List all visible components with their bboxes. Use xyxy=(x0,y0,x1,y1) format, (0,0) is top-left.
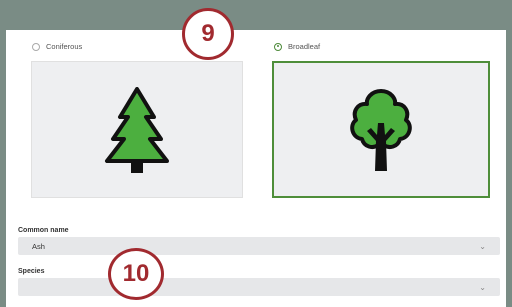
conifer-tree-icon xyxy=(105,86,169,173)
radio-broadleaf[interactable]: Broadleaf xyxy=(274,42,320,51)
species-select[interactable]: ⌄ xyxy=(18,278,500,296)
coniferous-card[interactable] xyxy=(31,61,243,198)
callout-badge-10: 10 xyxy=(108,248,164,300)
radio-label-broadleaf: Broadleaf xyxy=(288,42,321,51)
common-name-select[interactable]: Ash ⌄ xyxy=(18,237,500,255)
broadleaf-tree-icon xyxy=(350,88,412,171)
species-label: Species xyxy=(18,268,45,275)
radio-label-coniferous: Coniferous xyxy=(46,42,83,51)
common-name-value: Ash xyxy=(32,241,45,251)
callout-badge-9: 9 xyxy=(182,8,234,60)
chevron-down-icon: ⌄ xyxy=(479,241,486,251)
radio-coniferous[interactable]: Coniferous xyxy=(32,42,82,51)
radio-button-coniferous[interactable] xyxy=(32,42,40,51)
common-name-label: Common name xyxy=(18,227,69,234)
chevron-down-icon: ⌄ xyxy=(479,282,486,292)
radio-button-broadleaf[interactable] xyxy=(274,42,282,51)
broadleaf-card[interactable] xyxy=(272,61,490,198)
